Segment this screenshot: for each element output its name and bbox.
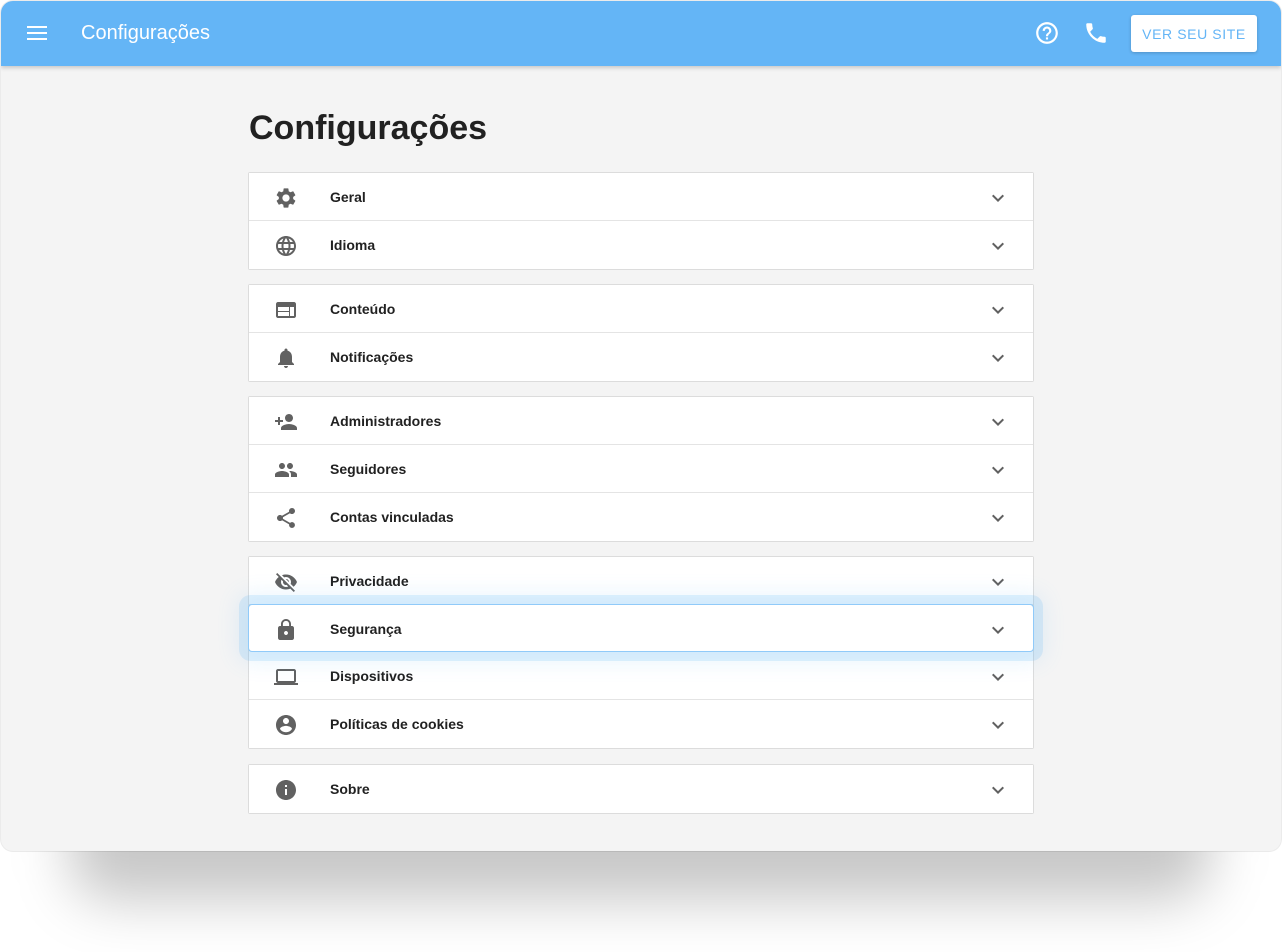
settings-item-geral[interactable]: Geral: [249, 173, 1033, 221]
settings-item-label: Notificações: [330, 349, 414, 365]
settings-item-idioma[interactable]: Idioma: [249, 221, 1033, 269]
chevron-down-icon[interactable]: [986, 298, 1010, 322]
settings-item-privacidade[interactable]: Privacidade: [249, 557, 1033, 605]
settings-item-seguranca[interactable]: Segurança: [248, 604, 1034, 652]
settings-item-label: Contas vinculadas: [330, 509, 454, 525]
chevron-down-icon[interactable]: [986, 458, 1010, 482]
app-bar: Configurações VER SEU SITE: [1, 1, 1281, 66]
settings-item-label: Geral: [330, 189, 366, 205]
settings-item-administradores[interactable]: Administradores: [249, 397, 1033, 445]
chevron-down-icon[interactable]: [986, 234, 1010, 258]
eye-off-icon: [274, 570, 298, 594]
person-add-icon: [274, 410, 298, 434]
settings-item-label: Idioma: [330, 237, 376, 253]
settings-item-label: Privacidade: [330, 573, 409, 589]
people-icon: [274, 458, 298, 482]
settings-group-people: Administradores Seguidores Contas vincul…: [248, 396, 1034, 542]
chevron-down-icon[interactable]: [986, 778, 1010, 802]
settings-item-label: Políticas de cookies: [330, 716, 464, 732]
share-icon: [274, 506, 298, 530]
bell-icon: [274, 346, 298, 370]
app-title: Configurações: [81, 22, 210, 44]
settings-item-conteudo[interactable]: Conteúdo: [249, 285, 1033, 333]
settings-item-dispositivos[interactable]: Dispositivos: [249, 652, 1033, 700]
account-circle-icon: [274, 713, 298, 737]
globe-icon: [274, 234, 298, 258]
chevron-down-icon[interactable]: [986, 186, 1010, 210]
settings-item-seguidores[interactable]: Seguidores: [249, 445, 1033, 493]
chevron-down-icon[interactable]: [986, 410, 1010, 434]
menu-icon[interactable]: [23, 21, 51, 45]
web-layout-icon: [274, 298, 298, 322]
page-title: Configurações: [249, 109, 488, 147]
settings-item-notificacoes[interactable]: Notificações: [249, 333, 1033, 381]
settings-item-label: Administradores: [330, 413, 442, 429]
phone-icon[interactable]: [1083, 20, 1109, 46]
settings-item-label: Conteúdo: [330, 301, 396, 317]
settings-group-general: Geral Idioma: [248, 172, 1034, 270]
settings-group-privacy: Privacidade Segurança Dispositivos Polít…: [248, 556, 1034, 749]
chevron-down-icon[interactable]: [986, 618, 1010, 642]
settings-item-label: Segurança: [330, 621, 402, 637]
laptop-icon: [274, 665, 298, 689]
settings-item-contas-vinculadas[interactable]: Contas vinculadas: [249, 493, 1033, 541]
gear-icon: [274, 186, 298, 210]
chevron-down-icon[interactable]: [986, 346, 1010, 370]
settings-item-politicas-de-cookies[interactable]: Políticas de cookies: [249, 700, 1033, 748]
settings-item-label: Seguidores: [330, 461, 407, 477]
chevron-down-icon[interactable]: [986, 713, 1010, 737]
chevron-down-icon[interactable]: [986, 570, 1010, 594]
view-site-button[interactable]: VER SEU SITE: [1131, 15, 1257, 52]
settings-item-label: Sobre: [330, 781, 370, 797]
settings-item-label: Dispositivos: [330, 668, 414, 684]
chevron-down-icon[interactable]: [986, 665, 1010, 689]
settings-item-sobre[interactable]: Sobre: [249, 765, 1033, 813]
settings-group-content: Conteúdo Notificações: [248, 284, 1034, 382]
lock-icon: [274, 618, 298, 642]
chevron-down-icon[interactable]: [986, 506, 1010, 530]
settings-group-about: Sobre: [248, 764, 1034, 814]
info-icon: [274, 778, 298, 802]
settings-window: Configurações VER SEU SITE Configurações…: [1, 1, 1281, 851]
help-circle-icon[interactable]: [1034, 20, 1060, 46]
